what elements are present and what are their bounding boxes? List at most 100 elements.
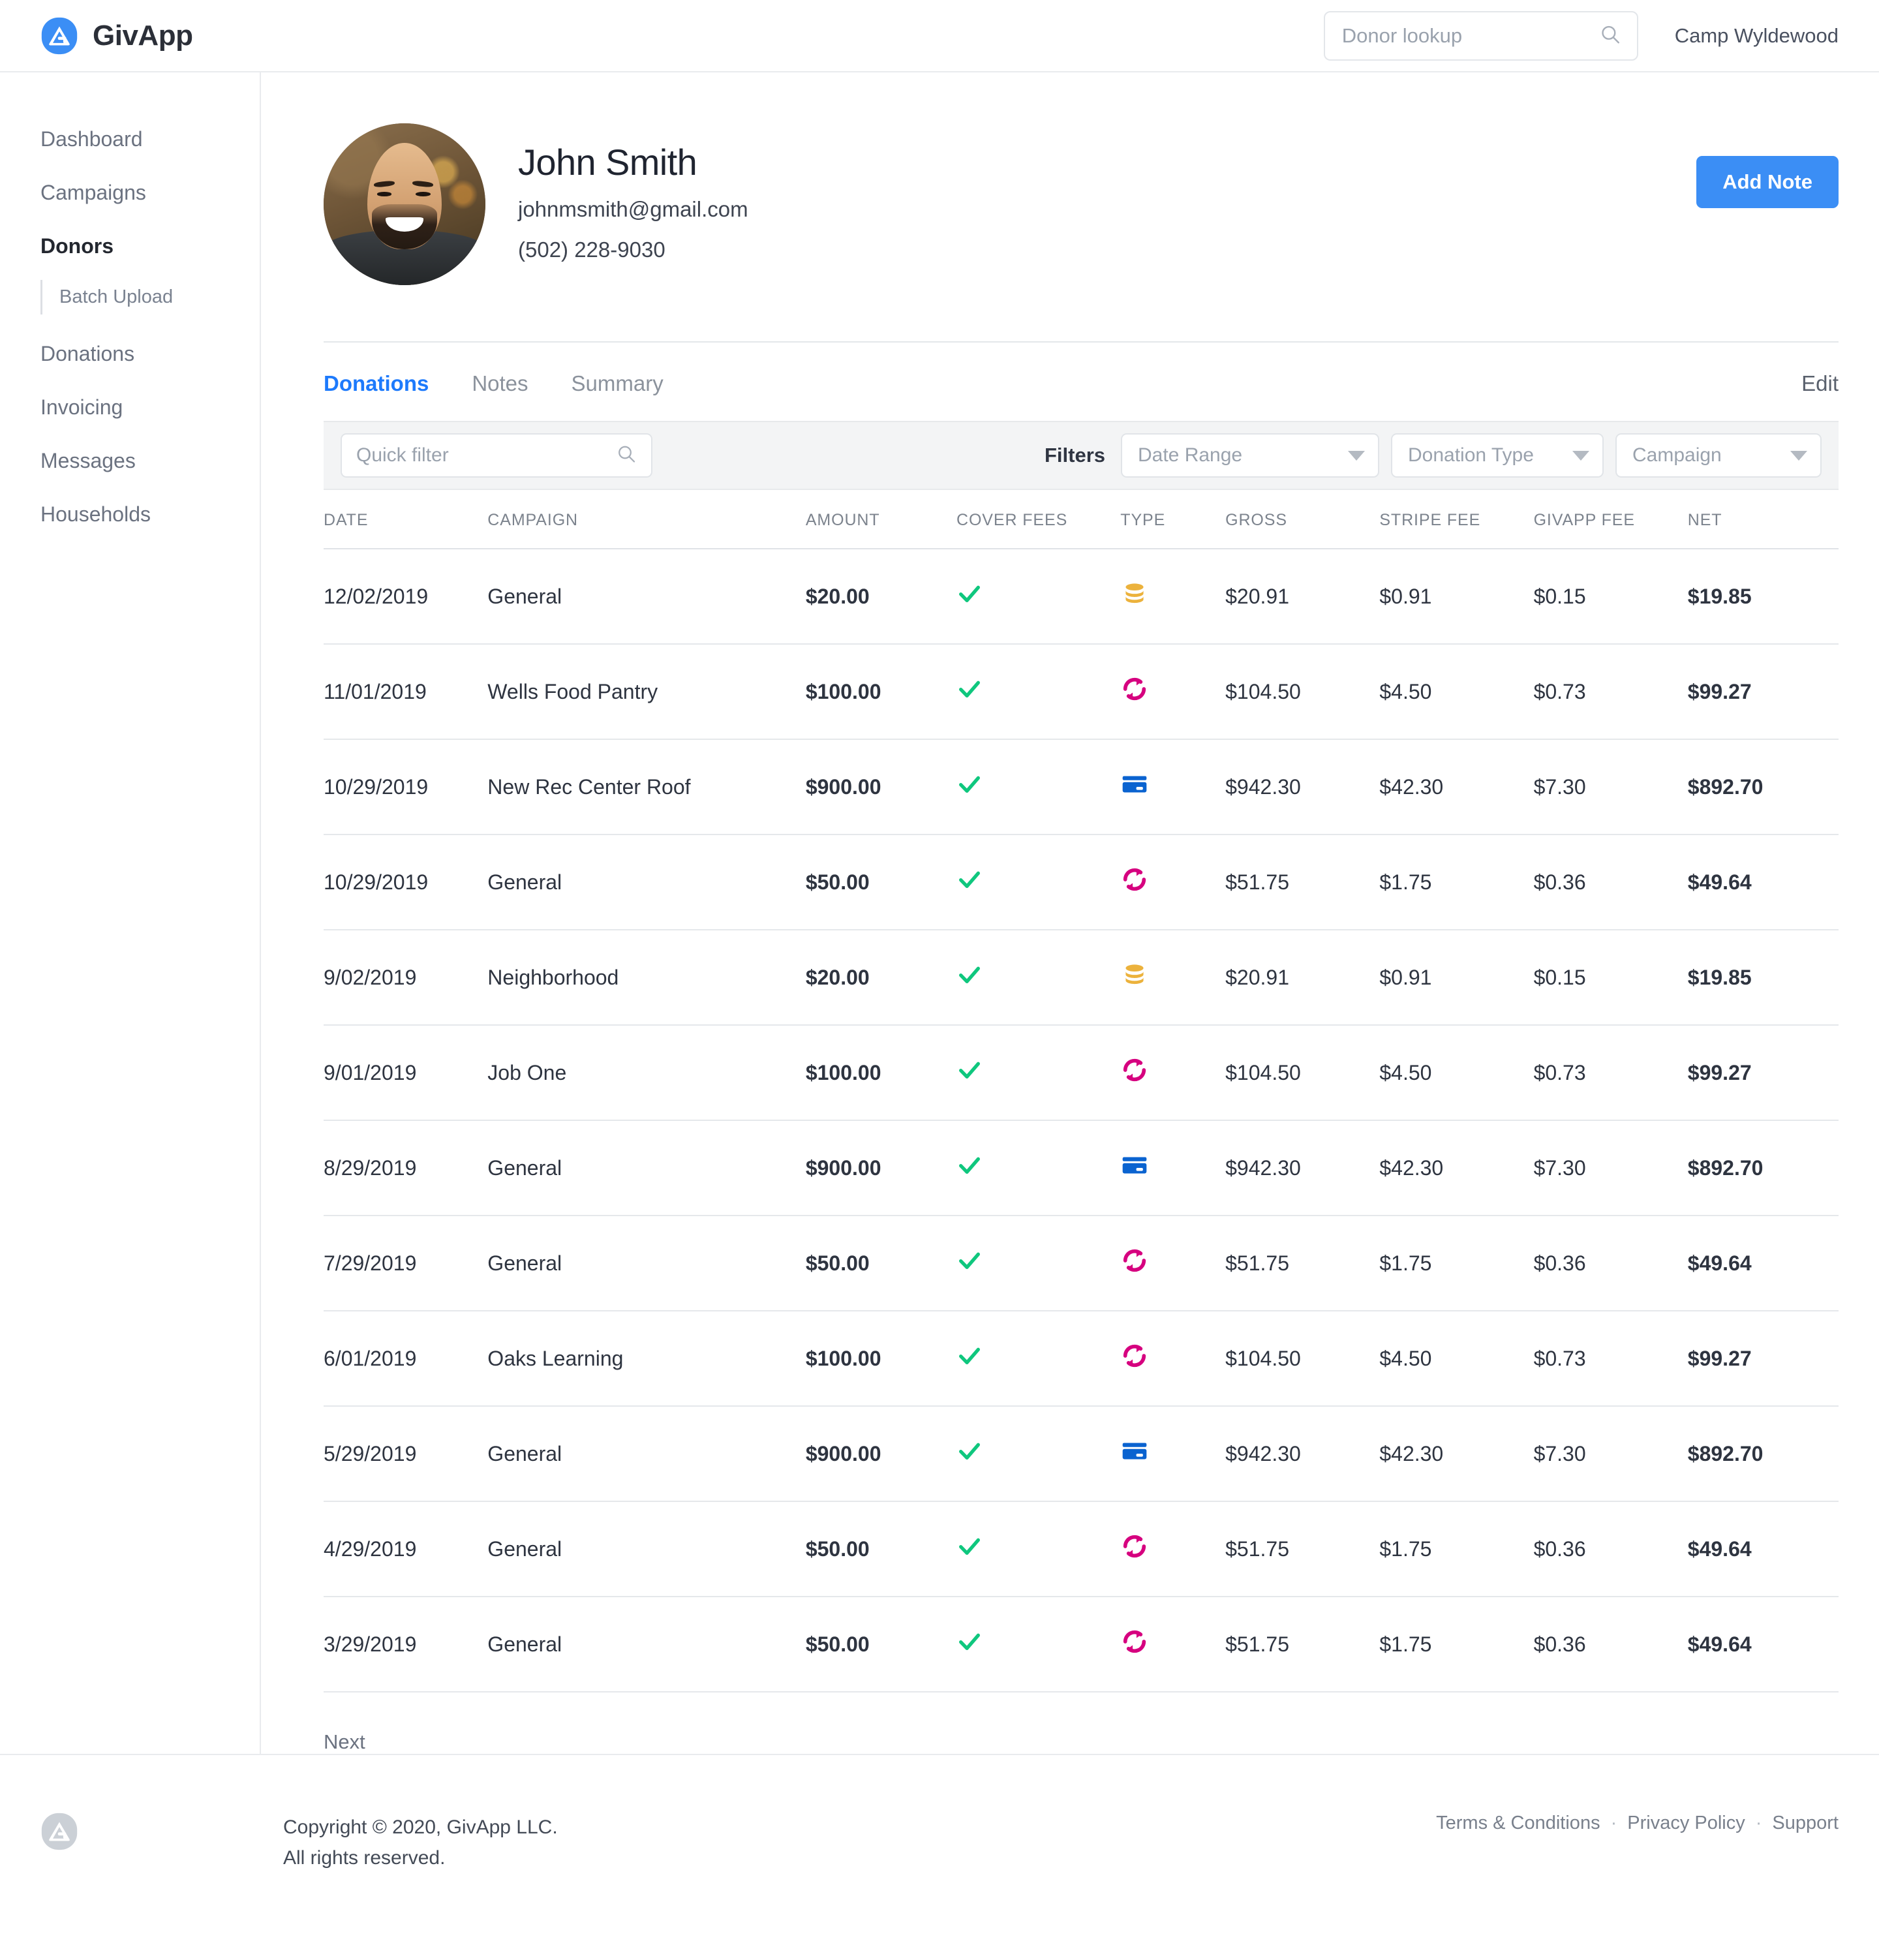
cell-net[interactable]: $49.64: [1687, 1596, 1839, 1692]
cover-fees-check-icon: [956, 1057, 983, 1088]
table-row[interactable]: 11/01/2019 Wells Food Pantry $100.00 $104.5…: [324, 643, 1839, 739]
cell-amount: $50.00: [805, 1501, 956, 1597]
cell-net[interactable]: $99.27: [1687, 1310, 1839, 1406]
cell-cover-fees: [956, 643, 1121, 739]
table-row[interactable]: 7/29/2019 General $50.00 $51.75 $1.75 $0.36 $4…: [324, 1215, 1839, 1311]
sidebar-item-donations[interactable]: Donations: [0, 343, 260, 364]
search-icon[interactable]: [1599, 23, 1621, 48]
cell-stripe-fee: $0.91: [1379, 929, 1534, 1025]
recurring-type-icon: [1120, 1058, 1149, 1089]
col-gross[interactable]: GROSS: [1225, 490, 1379, 549]
cell-net[interactable]: $99.27: [1687, 643, 1839, 739]
table-row[interactable]: 5/29/2019 General $900.00 $942.30 $42.30 $7.3…: [324, 1405, 1839, 1501]
privacy-policy-link[interactable]: Privacy Policy: [1627, 1813, 1745, 1834]
donor-lookup-input[interactable]: [1341, 23, 1620, 48]
cell-net[interactable]: $49.64: [1687, 1215, 1839, 1311]
copyright-line-2: All rights reserved.: [283, 1846, 446, 1869]
organization-name[interactable]: Camp Wyldewood: [1638, 24, 1879, 48]
cell-amount: $50.00: [805, 834, 956, 930]
cell-net[interactable]: $892.70: [1687, 1120, 1839, 1216]
cell-type: [1120, 548, 1226, 644]
cell-date: 9/01/2019: [324, 1024, 488, 1120]
cell-campaign: Wells Food Pantry: [487, 643, 806, 739]
col-stripe-fee[interactable]: STRIPE FEE: [1379, 490, 1533, 549]
campaign-select[interactable]: Campaign: [1615, 433, 1822, 478]
col-amount[interactable]: AMOUNT: [806, 490, 956, 549]
sidebar-item-donors[interactable]: Donors: [0, 236, 260, 256]
cell-date: 4/29/2019: [324, 1501, 488, 1597]
cell-date: 9/02/2019: [324, 929, 488, 1025]
recurring-icon: [1123, 1630, 1146, 1653]
sidebar-item-campaigns[interactable]: Campaigns: [0, 182, 260, 203]
table-row[interactable]: 10/29/2019 New Rec Center Roof $900.00 $942…: [324, 739, 1839, 835]
cell-gross: $104.50: [1225, 1024, 1380, 1120]
cell-amount: $100.00: [805, 1024, 956, 1120]
cell-net[interactable]: $892.70: [1687, 739, 1839, 835]
cell-givapp-fee: $7.30: [1533, 739, 1688, 835]
cell-stripe-fee: $42.30: [1379, 1405, 1534, 1501]
table-row[interactable]: 9/02/2019 Neighborhood $20.00 $20.91 $0.91 $0…: [324, 929, 1839, 1025]
donor-lookup-field[interactable]: [1323, 10, 1638, 61]
cell-campaign: New Rec Center Roof: [487, 739, 806, 835]
cell-cover-fees: [956, 1405, 1121, 1501]
recurring-type-icon: [1120, 1344, 1149, 1375]
tab-notes[interactable]: Notes: [472, 371, 528, 396]
donor-header: John Smith johnmsmith@gmail.com (502) 22…: [324, 72, 1839, 285]
main-content: John Smith johnmsmith@gmail.com (502) 22…: [261, 72, 1879, 1754]
sidebar-item-invoicing[interactable]: Invoicing: [0, 397, 260, 418]
chevron-down-icon: [1348, 450, 1365, 461]
sidebar-item-batch-upload[interactable]: Batch Upload: [59, 286, 260, 308]
cell-campaign: General: [487, 1501, 806, 1597]
cell-net[interactable]: $49.64: [1687, 834, 1839, 930]
cell-net[interactable]: $49.64: [1687, 1501, 1839, 1597]
footer-separator: ·: [1610, 1813, 1617, 1833]
table-row[interactable]: 8/29/2019 General $900.00 $942.30 $42.30 $7.3…: [324, 1120, 1839, 1216]
table-row[interactable]: 4/29/2019 General $50.00 $51.75 $1.75 $0.36 $4…: [324, 1501, 1839, 1597]
donor-info: John Smith johnmsmith@gmail.com (502) 22…: [518, 123, 748, 264]
sidebar-item-dashboard[interactable]: Dashboard: [0, 129, 260, 149]
chevron-down-icon: [1572, 450, 1589, 461]
cell-date: 3/29/2019: [324, 1596, 488, 1692]
donor-phone[interactable]: (502) 228-9030: [518, 236, 748, 264]
sidebar-item-messages[interactable]: Messages: [0, 450, 260, 471]
donations-table: DATE CAMPAIGN AMOUNT COVER FEES TYPE GRO…: [324, 490, 1839, 1692]
add-note-button[interactable]: Add Note: [1696, 156, 1839, 208]
table-row[interactable]: 9/01/2019 Job One $100.00 $104.50 $4.50 $0.73…: [324, 1024, 1839, 1120]
terms-conditions-link[interactable]: Terms & Conditions: [1436, 1813, 1600, 1834]
table-row[interactable]: 12/02/2019 General $20.00 $20.91 $0.91 $0.15 $…: [324, 548, 1839, 644]
col-date[interactable]: DATE: [324, 490, 487, 549]
edit-link[interactable]: Edit: [1801, 371, 1839, 396]
tab-summary[interactable]: Summary: [572, 371, 664, 396]
date-range-select[interactable]: Date Range: [1121, 433, 1379, 478]
search-icon[interactable]: [616, 444, 637, 468]
cell-amount: $20.00: [805, 548, 956, 644]
cell-cover-fees: [956, 1596, 1121, 1692]
page-shell: Dashboard Campaigns Donors Batch Upload …: [0, 72, 1879, 1754]
cell-amount: $900.00: [805, 1405, 956, 1501]
support-link[interactable]: Support: [1772, 1813, 1839, 1834]
cell-gross: $20.91: [1225, 929, 1380, 1025]
col-campaign[interactable]: CAMPAIGN: [487, 490, 806, 549]
col-cover-fees[interactable]: COVER FEES: [956, 490, 1120, 549]
col-type[interactable]: TYPE: [1120, 490, 1225, 549]
cell-amount: $50.00: [805, 1215, 956, 1311]
tab-donations[interactable]: Donations: [324, 371, 429, 396]
table-row[interactable]: 6/01/2019 Oaks Learning $100.00 $104.50 $4.5…: [324, 1310, 1839, 1406]
cell-net[interactable]: $19.85: [1687, 548, 1839, 644]
cell-net[interactable]: $99.27: [1687, 1024, 1839, 1120]
next-page-link[interactable]: Next: [324, 1692, 365, 1754]
cell-net[interactable]: $892.70: [1687, 1405, 1839, 1501]
donation-type-select[interactable]: Donation Type: [1391, 433, 1604, 478]
brand-logo[interactable]: GivApp: [0, 17, 193, 55]
table-row[interactable]: 3/29/2019 General $50.00 $51.75 $1.75 $0.36 $4…: [324, 1596, 1839, 1692]
quick-filter-input[interactable]: [356, 444, 637, 467]
footer-copyright: Copyright © 2020, GivApp LLC. All rights…: [261, 1813, 558, 1873]
col-givapp-fee[interactable]: GIVAPP FEE: [1534, 490, 1688, 549]
donor-email[interactable]: johnmsmith@gmail.com: [518, 195, 748, 224]
sidebar-item-households[interactable]: Households: [0, 504, 260, 525]
cell-cover-fees: [956, 1501, 1121, 1597]
table-row[interactable]: 10/29/2019 General $50.00 $51.75 $1.75 $0.36 $…: [324, 834, 1839, 930]
cell-net[interactable]: $19.85: [1687, 929, 1839, 1025]
quick-filter-field[interactable]: [341, 433, 652, 478]
col-net[interactable]: NET: [1688, 490, 1839, 549]
